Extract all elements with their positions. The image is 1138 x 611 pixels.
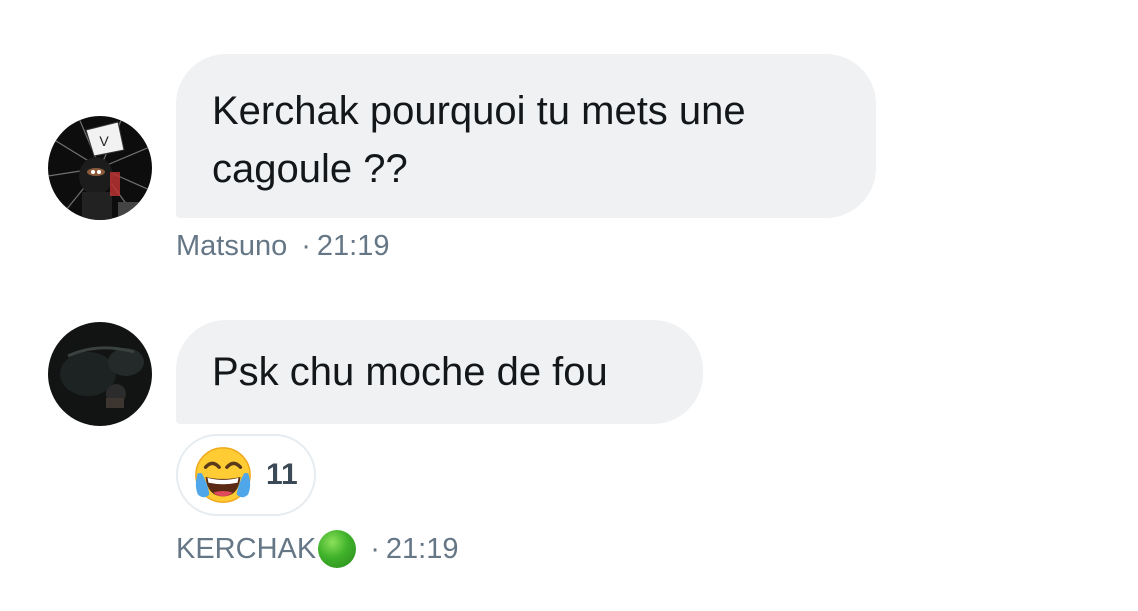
timestamp: 21:19	[316, 230, 390, 262]
message-text-line2: cagoule ??	[212, 147, 408, 191]
author-name[interactable]: Matsuno	[176, 230, 287, 263]
separator: ·	[301, 230, 311, 262]
message-meta: KERCHAK · 21:19	[176, 530, 458, 568]
message-meta: Matsuno · 21:19	[176, 230, 389, 263]
message-text-line1: Kerchak pourquoi tu mets une	[212, 89, 746, 133]
svg-text:V: V	[99, 133, 109, 149]
author-name[interactable]: KERCHAK	[176, 533, 316, 566]
message-bubble[interactable]: Psk chu moche de fou	[176, 320, 703, 424]
green-circle-icon	[318, 530, 357, 568]
avatar-kerchak[interactable]	[48, 322, 152, 426]
reaction-count: 11	[266, 458, 298, 491]
reaction-pill[interactable]: 11	[176, 434, 316, 516]
face-with-tears-of-joy-icon	[195, 447, 251, 503]
message-text: Psk chu moche de fou	[212, 350, 608, 394]
conversation-thread: V Kerchak pourquoi tu mets une cagoule ?…	[0, 0, 1138, 611]
message-bubble[interactable]: Kerchak pourquoi tu mets une cagoule ??	[176, 54, 876, 218]
timestamp: 21:19	[385, 532, 459, 565]
separator: ·	[370, 532, 380, 565]
avatar-matsuno[interactable]: V	[48, 116, 152, 220]
